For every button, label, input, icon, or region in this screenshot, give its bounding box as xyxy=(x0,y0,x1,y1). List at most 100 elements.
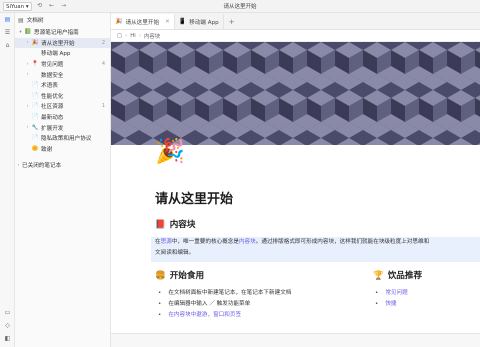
chevron-right-icon[interactable]: › xyxy=(24,72,31,77)
tree-item-label: 最新动态 xyxy=(41,115,64,122)
close-icon[interactable]: ✕ xyxy=(165,19,170,25)
tab-mobile-app[interactable]: 📱 移动端 App xyxy=(175,14,224,29)
tree-item-label: 扩展开发 xyxy=(41,125,64,132)
tag-icon[interactable]: ◇ xyxy=(0,319,15,332)
file-tree-title: 文档树 xyxy=(26,18,44,24)
back-icon[interactable]: ← xyxy=(48,2,56,10)
tree-item-count: 1 xyxy=(101,103,105,110)
bookmark-icon[interactable]: ⌂ xyxy=(0,39,15,52)
chevron-right-icon[interactable]: › xyxy=(24,104,31,109)
party-popper-icon[interactable]: 🎉 xyxy=(155,137,185,165)
tree-item-label: 数据安全 xyxy=(41,72,64,79)
tree-item[interactable]: › 📍 常见问题 4 xyxy=(15,59,110,70)
shortcut-link[interactable]: 快捷 xyxy=(385,301,396,307)
list-item[interactable]: 在文档树面板中新建笔记本，在笔记本下新建文档 xyxy=(158,288,291,299)
tree-item-count: 2 xyxy=(101,39,105,46)
tab-getting-started[interactable]: 🎉 请从这里开始 ✕ xyxy=(111,14,175,29)
chevron-right-icon[interactable]: › xyxy=(24,40,31,45)
callout-text: 。通过排版格式即可形成内容块，这样我们就能在块级粒度上对思维和 xyxy=(255,239,430,245)
breadcrumb-item[interactable]: Hi xyxy=(130,33,136,39)
document-icon: 📄 xyxy=(31,135,39,142)
status-bar xyxy=(111,333,480,347)
window-title: 请从这里开始 xyxy=(223,4,257,10)
editor[interactable]: 🎉 请从这里开始 📕 内容块 在思源中，唯一重要的核心概念是内容块。通过排版格式即… xyxy=(111,42,480,333)
list-item[interactable]: 在编辑器中输入 ／ 触发功能菜单 xyxy=(158,299,291,310)
chevron-right-icon: › xyxy=(17,162,20,168)
callout-text: 中，唯一重要的核心概念是 xyxy=(171,239,239,245)
trophy-icon: 🏆 xyxy=(373,271,384,281)
document-icon: 📍 xyxy=(31,61,39,68)
add-tab-button[interactable]: + xyxy=(224,14,240,29)
tree-item-label: 社区资源 xyxy=(41,104,64,111)
tree-item[interactable]: › 数据安全 xyxy=(15,69,110,80)
document-title[interactable]: 请从这里开始 xyxy=(155,188,233,207)
content-block-link[interactable]: 内容块 xyxy=(239,239,256,245)
file-tree-header-icon: ▤ xyxy=(18,16,24,24)
tree-item-label: 常见问题 xyxy=(41,62,64,69)
breadcrumb: ▢ › Hi › 内容块 xyxy=(111,30,480,42)
file-tree-icon[interactable]: ▤ xyxy=(0,13,15,26)
red-book-icon: 📕 xyxy=(155,220,166,230)
workspace-menu-button[interactable]: SiYuan ▾ xyxy=(3,1,32,11)
tab-bar: 🎉 请从这里开始 ✕ 📱 移动端 App + xyxy=(111,13,480,30)
tree-item-label: 请从这里开始 xyxy=(41,40,75,47)
document-banner xyxy=(111,42,480,145)
tree-item-label: 移动端 App xyxy=(41,51,71,58)
file-tree-header: ▤ 文档树 xyxy=(15,13,110,27)
sync-icon[interactable]: ⟲ xyxy=(36,2,44,10)
heading-content-block[interactable]: 📕 内容块 xyxy=(155,218,196,230)
chevron-right-icon[interactable]: › xyxy=(24,125,31,130)
document-icon: 📄 xyxy=(31,114,39,121)
tree-item[interactable]: 📄 性能优化 xyxy=(15,91,110,102)
heading-text: 内容块 xyxy=(169,220,196,230)
document-icon: 📄 xyxy=(31,82,39,89)
heading-drink-recommend[interactable]: 🏆 饮品推荐 xyxy=(373,269,422,281)
document-icon: 📄 xyxy=(31,103,39,110)
document-icon: 🎉 xyxy=(31,39,39,46)
heading-text: 开始食用 xyxy=(169,271,205,281)
document-icon: 🌼 xyxy=(31,145,39,152)
title-bar: SiYuan ▾ ⟲ ← → 请从这里开始 xyxy=(0,0,480,13)
tab-label: 请从这里开始 xyxy=(125,19,160,26)
closed-notebooks[interactable]: › 已关闭的笔记本 xyxy=(15,160,110,171)
getting-started-list: 在文档树面板中新建笔记本，在笔记本下新建文档 在编辑器中输入 ／ 触发功能菜单 … xyxy=(158,288,291,321)
party-popper-icon: 🎉 xyxy=(115,18,123,25)
list-item[interactable]: 快捷 xyxy=(375,299,408,310)
document-icon: 📄 xyxy=(31,92,39,99)
chevron-down-icon[interactable]: ▾ xyxy=(17,30,24,35)
tree-item-count: 4 xyxy=(101,61,105,68)
breadcrumb-separator: › xyxy=(138,32,141,39)
outline-icon[interactable]: ☰ xyxy=(0,26,15,39)
tree-item-label: 术语表 xyxy=(41,83,58,90)
tree-item[interactable]: ▾ 📗 思源笔记用户指南 xyxy=(15,27,110,38)
list-item[interactable]: 常见问题 xyxy=(375,288,407,299)
heading-text: 饮品推荐 xyxy=(387,271,423,281)
tree-item-label: 隐私政策和用户协议 xyxy=(41,136,92,143)
document-icon: 📗 xyxy=(24,29,32,36)
tree-item[interactable]: 移动端 App xyxy=(15,48,110,59)
callout-line-2: 文阅读和编辑。 xyxy=(155,250,195,256)
breadcrumb-item[interactable]: 内容块 xyxy=(144,32,160,40)
chevron-right-icon[interactable]: › xyxy=(24,62,31,67)
tree-item[interactable]: › 📄 社区资源 1 xyxy=(15,101,110,112)
callout-line-1: 在思源中，唯一重要的核心概念是内容块。通过排版格式即可形成内容块，这样我们就能在… xyxy=(155,237,480,248)
forward-icon[interactable]: → xyxy=(60,2,68,10)
dock-icon[interactable]: ▭ xyxy=(0,306,15,319)
settings-icon[interactable]: ◧ xyxy=(0,332,15,345)
tree-item[interactable]: 🌼 致谢 xyxy=(15,144,110,155)
tree-item[interactable]: 📄 隐私政策和用户协议 xyxy=(15,133,110,144)
tree-item[interactable]: 📄 术语表 xyxy=(15,80,110,91)
callout-block[interactable]: 在思源中，唯一重要的核心概念是内容块。通过排版格式即可形成内容块，这样我们就能在… xyxy=(151,237,480,262)
closed-notebooks-label: 已关闭的笔记本 xyxy=(22,163,62,170)
faq-link[interactable]: 常见问题 xyxy=(385,290,407,296)
list-item[interactable]: 在内容块中遨游，窗口和页签 xyxy=(158,310,291,321)
tab-label: 移动端 App xyxy=(189,19,219,26)
breadcrumb-separator: › xyxy=(125,32,128,39)
tree-item[interactable]: › 🎉 请从这里开始 2 xyxy=(15,37,110,49)
list-item-link[interactable]: 在内容块中遨游，窗口和页签 xyxy=(168,312,241,318)
tree-item[interactable]: 📄 最新动态 xyxy=(15,112,110,123)
heading-getting-started[interactable]: 🍔 开始食用 xyxy=(155,269,204,281)
tree-item[interactable]: › 🔧 扩展开发 xyxy=(15,122,110,133)
burger-icon: 🍔 xyxy=(155,271,166,281)
siyuan-link[interactable]: 思源 xyxy=(161,239,172,245)
